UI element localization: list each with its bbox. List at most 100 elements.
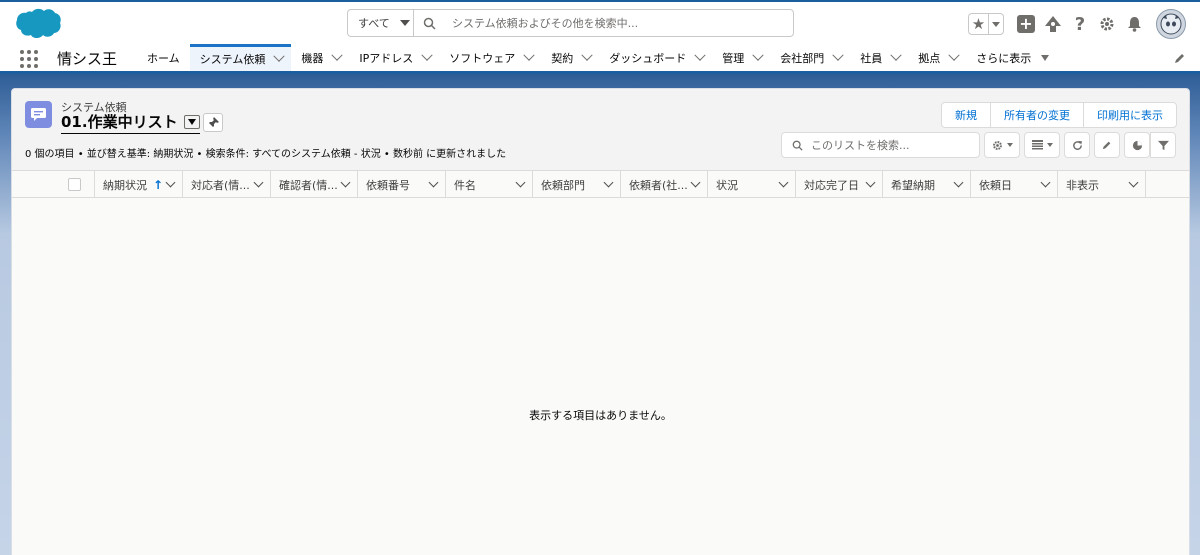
chevron-down-icon[interactable] — [165, 177, 176, 188]
column-header[interactable]: 件名 — [446, 171, 533, 198]
chevron-down-icon[interactable] — [694, 49, 706, 61]
nav-tabs: ホーム システム依頼 機器 IPアドレス ソフトウェア 契約 ダッシュボード 管… — [137, 44, 1050, 71]
gear-icon — [1100, 17, 1114, 31]
chevron-down-icon[interactable] — [581, 49, 593, 61]
nav-tab-employees[interactable]: 社員 — [850, 44, 908, 71]
list-search-input[interactable]: このリストを検索... — [781, 132, 980, 158]
help-button[interactable]: ? — [1070, 13, 1090, 35]
app-launcher-icon[interactable] — [20, 50, 38, 68]
search-input[interactable]: システム依頼およびその他を検索中... — [452, 15, 638, 31]
nav-tab-locations[interactable]: 拠点 — [908, 44, 966, 71]
column-header[interactable]: 確認者(情... — [271, 171, 358, 198]
question-icon: ? — [1074, 13, 1086, 35]
inline-edit-button[interactable] — [1094, 132, 1120, 158]
nav-tab-label: システム依頼 — [199, 53, 266, 66]
column-header[interactable]: 依頼者(社... — [621, 171, 708, 198]
column-header[interactable]: 対応者(情... — [183, 171, 271, 198]
chevron-down-icon[interactable] — [428, 177, 439, 188]
nav-tab-admin[interactable]: 管理 — [712, 44, 770, 71]
edit-nav-button[interactable] — [1174, 52, 1186, 67]
chevron-down-icon[interactable] — [953, 177, 964, 188]
setup-button[interactable] — [1097, 14, 1117, 34]
chevron-down-icon[interactable] — [273, 50, 286, 62]
caret-down-icon[interactable] — [183, 114, 200, 129]
chevron-down-icon[interactable] — [890, 49, 902, 61]
chevron-down-icon[interactable] — [778, 177, 789, 188]
new-button[interactable]: 新規 — [942, 103, 991, 127]
filter-icon — [1157, 140, 1169, 150]
column-header[interactable]: 希望納期 — [883, 171, 971, 198]
chevron-down-icon[interactable] — [948, 49, 960, 61]
favorites-group[interactable]: ★ — [968, 13, 1004, 35]
favorites-list-button[interactable] — [989, 14, 1003, 34]
column-label: 依頼部門 — [541, 178, 585, 192]
app-navigation: 情シス王 ホーム システム依頼 機器 IPアドレス ソフトウェア 契約 ダッシュ… — [0, 44, 1200, 74]
nav-tab-contracts[interactable]: 契約 — [541, 44, 599, 71]
chevron-down-icon[interactable] — [603, 177, 614, 188]
filter-button[interactable] — [1150, 132, 1176, 158]
change-owner-button[interactable]: 所有者の変更 — [991, 103, 1084, 127]
nav-tab-dashboards[interactable]: ダッシュボード — [599, 44, 712, 71]
caret-down-icon — [399, 20, 410, 26]
column-label: 非表示 — [1066, 178, 1099, 192]
printable-view-button[interactable]: 印刷用に表示 — [1084, 103, 1176, 127]
chevron-down-icon[interactable] — [331, 49, 344, 61]
chevron-down-icon[interactable] — [253, 177, 264, 188]
list-settings-button[interactable] — [984, 132, 1020, 158]
trailhead-icon — [1045, 16, 1061, 32]
chevron-down-icon[interactable] — [1128, 177, 1139, 188]
global-search[interactable]: すべて システム依頼およびその他を検索中... — [347, 9, 794, 37]
trailhead-button[interactable] — [1043, 14, 1063, 34]
favorite-star-icon[interactable]: ★ — [969, 14, 989, 34]
app-name: 情シス王 — [57, 50, 118, 68]
search-scope-select[interactable]: すべて — [348, 10, 414, 36]
chevron-down-icon[interactable] — [865, 177, 876, 188]
display-as-button[interactable] — [1024, 132, 1060, 158]
column-header[interactable]: 依頼日 — [971, 171, 1058, 198]
chevron-down-icon[interactable] — [1040, 177, 1051, 188]
chevron-down-icon[interactable] — [421, 49, 433, 61]
column-label: 依頼日 — [979, 178, 1012, 192]
nav-tab-label: ホーム — [147, 51, 180, 65]
chevron-down-icon[interactable] — [832, 49, 844, 61]
chevron-down-icon[interactable] — [523, 49, 535, 61]
salesforce-logo[interactable] — [12, 7, 62, 41]
chevron-down-icon[interactable] — [690, 177, 701, 188]
column-header[interactable]: 納期状況 ↑ — [95, 171, 183, 198]
column-header[interactable]: 状況 — [708, 171, 796, 198]
nav-tab-software[interactable]: ソフトウェア — [439, 44, 541, 71]
list-view-name: 01.作業中リスト — [61, 113, 178, 131]
empty-list-message: 表示する項目はありません。 — [529, 409, 672, 422]
column-header[interactable]: 依頼番号 — [358, 171, 446, 198]
nav-tab-home[interactable]: ホーム — [137, 44, 190, 71]
global-actions-button[interactable]: + — [1016, 14, 1036, 34]
column-label: 納期状況 — [103, 178, 147, 192]
nav-tab-label: 拠点 — [918, 51, 941, 65]
list-view-card: システム依頼 01.作業中リスト 新規 所有者の変更 印刷用に表示 0 個の項目… — [11, 88, 1190, 555]
column-header[interactable]: 非表示 — [1058, 171, 1146, 198]
nav-tab-ip-address[interactable]: IPアドレス — [349, 44, 439, 71]
column-header[interactable]: 依頼部門 — [533, 171, 621, 198]
table-header: 納期状況 ↑ 対応者(情... 確認者(情... 依頼番号 件名 依頼部門 依頼者… — [12, 170, 1189, 198]
pencil-icon — [1102, 141, 1111, 150]
column-header[interactable]: 対応完了日 — [796, 171, 883, 198]
pin-icon — [207, 116, 219, 129]
search-icon — [792, 140, 803, 151]
nav-tab-departments[interactable]: 会社部門 — [770, 44, 850, 71]
list-view-selector[interactable]: 01.作業中リスト — [61, 111, 200, 134]
nav-tab-devices[interactable]: 機器 — [291, 44, 349, 71]
nav-more-button[interactable]: さらに表示 — [966, 44, 1050, 71]
chevron-down-icon[interactable] — [340, 177, 351, 188]
charts-button[interactable] — [1124, 132, 1150, 158]
nav-tab-system-requests[interactable]: システム依頼 — [189, 44, 292, 71]
user-avatar[interactable] — [1156, 9, 1186, 39]
refresh-icon — [1072, 140, 1082, 150]
notifications-button[interactable] — [1124, 14, 1144, 34]
chevron-down-icon[interactable] — [515, 177, 526, 188]
chevron-down-icon[interactable] — [752, 49, 764, 61]
select-all-checkbox[interactable] — [68, 178, 81, 191]
refresh-button[interactable] — [1064, 132, 1090, 158]
column-label: 確認者(情... — [279, 178, 338, 192]
caret-down-icon — [1041, 54, 1050, 61]
pin-list-button[interactable] — [203, 113, 223, 132]
